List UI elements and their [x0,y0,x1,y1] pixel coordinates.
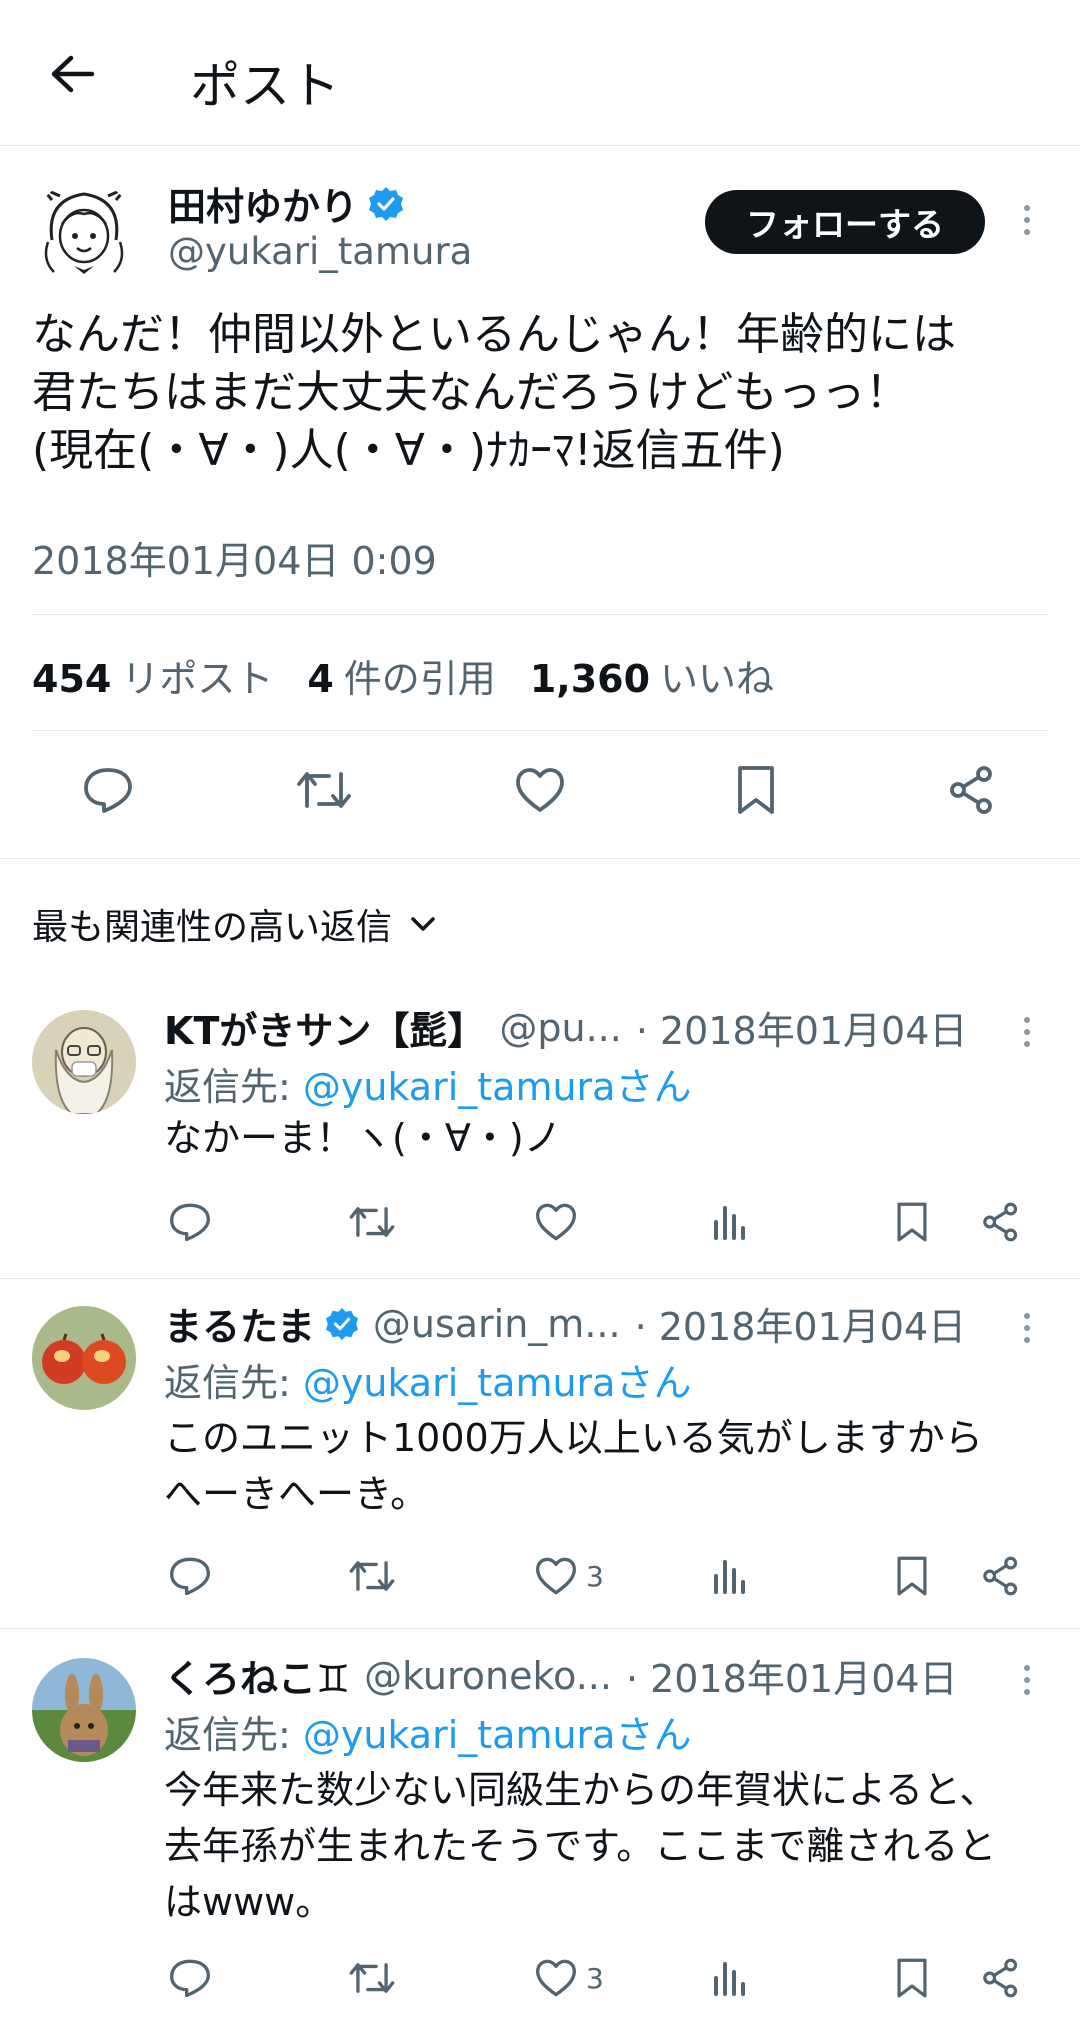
bookmark-icon[interactable] [726,760,786,820]
reply-author-name[interactable]: KTがきサン【髭】 [164,1000,485,1055]
reply-avatar[interactable] [32,1010,136,1114]
reply-item[interactable]: まるたま @usarin_m... · 2018年01月04日 返信先: @yu… [0,1292,1080,1622]
more-options-icon[interactable] [1012,1012,1042,1052]
like-button[interactable]: 3 [534,1950,604,2006]
like-icon [534,1556,578,1596]
divider [0,1278,1080,1279]
bookmark-icon[interactable] [894,1950,930,2006]
page-title: ポスト [190,57,340,115]
sort-label: 最も関連性の高い返信 [32,907,393,948]
divider [32,614,1048,615]
reply-author-handle[interactable]: @kuroneko... [364,1654,612,1698]
bookmark-icon[interactable] [894,1194,930,1250]
reply-author-handle[interactable]: @pu... [499,1006,621,1050]
repost-icon[interactable] [348,1194,396,1250]
reply-icon[interactable] [168,1194,212,1250]
chevron-down-icon [410,915,436,933]
reply-item[interactable]: くろねこ♊ @kuroneko... · 2018年01月04日 返信先: @y… [0,1644,1080,2020]
reposts-label[interactable]: リポスト [121,648,273,703]
like-icon[interactable] [510,760,570,820]
reply-icon[interactable] [78,760,138,820]
reply-action-bar: 3 [0,1548,1080,1604]
share-icon[interactable] [980,1950,1022,2006]
reply-to-mention[interactable]: @yukari_tamuraさん [303,1361,692,1405]
views-icon[interactable] [712,1194,748,1250]
reply-to-line: 返信先: @yukari_tamuraさん [164,1704,691,1759]
reply-header: まるたま @usarin_m... · 2018年01月04日 [164,1296,966,1351]
follow-button[interactable]: フォローする [705,190,985,254]
views-icon[interactable] [712,1548,748,1604]
divider [32,730,1048,731]
reply-to-mention[interactable]: @yukari_tamuraさん [303,1065,692,1109]
share-icon[interactable] [942,760,1002,820]
bookmark-icon[interactable] [894,1548,930,1604]
more-options-icon[interactable] [1012,1308,1042,1348]
reply-date[interactable]: · 2018年01月04日 [636,1000,968,1055]
reply-header: くろねこ♊ @kuroneko... · 2018年01月04日 [164,1648,958,1703]
reply-to-line: 返信先: @yukari_tamuraさん [164,1056,691,1111]
views-icon[interactable] [712,1950,748,2006]
reposts-count[interactable]: 454 [32,657,111,701]
verified-badge-icon [325,1307,359,1341]
divider [0,1628,1080,1629]
repost-icon[interactable] [294,760,354,820]
author-avatar[interactable] [32,180,136,284]
reply-icon[interactable] [168,1548,212,1604]
reply-to-prefix: 返信先: [164,1713,303,1757]
like-icon [534,1958,578,1998]
more-options-icon[interactable] [1012,200,1042,240]
reply-text: なかーま！ヽ(・∀・)ノ [164,1116,562,1160]
reply-date[interactable]: · 2018年01月04日 [626,1648,958,1703]
more-options-icon[interactable] [1012,1660,1042,1700]
post-action-bar [0,760,1080,830]
post-timestamp[interactable]: 2018年01月04日 0:09 [32,530,437,585]
like-icon [534,1202,578,1242]
post-stats: 454 リポスト 4 件の引用 1,360 いいね [32,648,808,703]
quotes-label[interactable]: 件の引用 [344,648,496,703]
verified-badge-icon [368,186,404,222]
reply-icon[interactable] [168,1950,212,2006]
reply-item[interactable]: KTがきサン【髭】 @pu... · 2018年01月04日 返信先: @yuk… [0,996,1080,1276]
reply-avatar[interactable] [32,1658,136,1762]
divider [0,858,1080,859]
reply-to-prefix: 返信先: [164,1065,303,1109]
reply-to-mention[interactable]: @yukari_tamuraさん [303,1713,692,1757]
post-text: なんだ！仲間以外といるんじゃん！年齢的には 君たちはまだ大丈夫なんだろうけどもっ… [32,309,956,476]
top-bar: ポスト [0,0,1080,146]
author-name[interactable]: 田村ゆかり [168,176,358,231]
likes-count[interactable]: 1,360 [530,657,650,701]
reply-to-line: 返信先: @yukari_tamuraさん [164,1352,691,1407]
reply-header: KTがきサン【髭】 @pu... · 2018年01月04日 [164,1000,967,1055]
like-button[interactable] [534,1194,586,1250]
author-name-row: 田村ゆかり [168,176,404,231]
share-icon[interactable] [980,1548,1022,1604]
author-handle[interactable]: @yukari_tamura [168,230,472,273]
repost-icon[interactable] [348,1950,396,2006]
reply-action-bar [0,1194,1080,1250]
reply-to-prefix: 返信先: [164,1361,303,1405]
reply-author-name[interactable]: まるたま [164,1296,315,1351]
repost-icon[interactable] [348,1548,396,1604]
reply-sort-dropdown[interactable]: 最も関連性の高い返信 [32,898,436,950]
reply-avatar[interactable] [32,1306,136,1410]
likes-label[interactable]: いいね [660,648,774,703]
like-count: 3 [586,1559,604,1593]
back-arrow-icon[interactable] [40,42,104,106]
reply-date[interactable]: · 2018年01月04日 [635,1296,967,1351]
share-icon[interactable] [980,1194,1022,1250]
like-button[interactable]: 3 [534,1548,604,1604]
reply-text: このユニット1000万人以上いる気がしますから へーきへーき。 [164,1416,983,1516]
reply-action-bar: 3 [0,1950,1080,2006]
reply-text: 今年来た数少ない同級生からの年賀状によると、 去年孫が生まれたそうです。ここまで… [164,1768,998,1924]
reply-author-name[interactable]: くろねこ♊ [164,1648,350,1703]
quotes-count[interactable]: 4 [307,657,333,701]
reply-author-handle[interactable]: @usarin_m... [373,1302,621,1346]
like-count: 3 [586,1961,604,1995]
